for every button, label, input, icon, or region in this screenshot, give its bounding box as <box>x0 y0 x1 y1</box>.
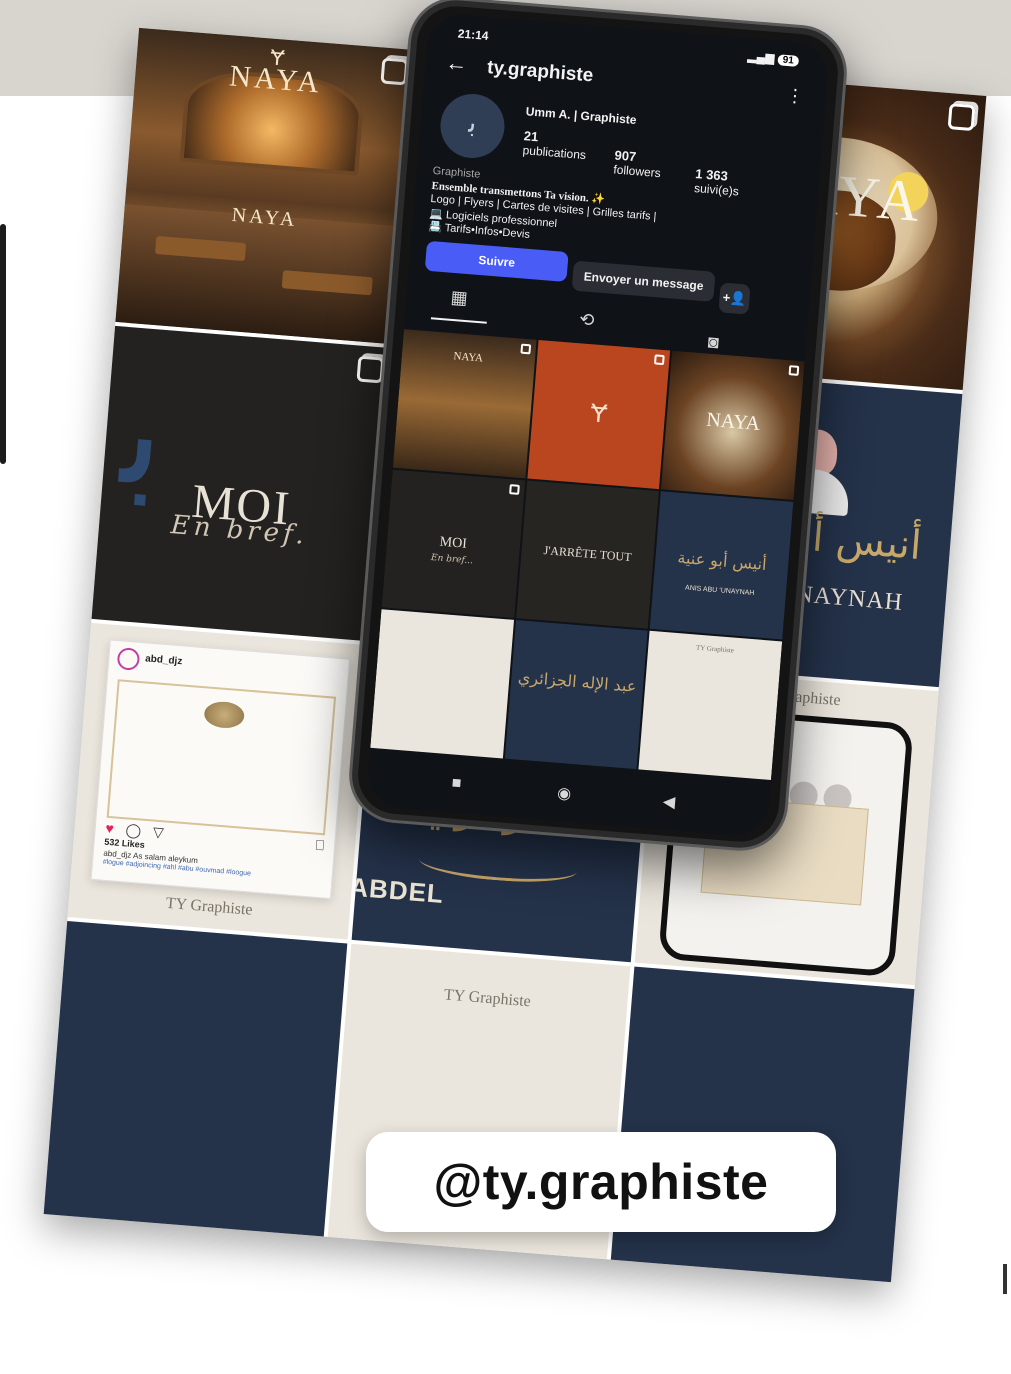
tab-tagged-icon[interactable]: ◙ <box>707 332 719 354</box>
profile-avatar[interactable]: ﺑ <box>438 91 507 161</box>
grid-post-restaurant[interactable]: NAYA <box>392 329 537 478</box>
post-moi-en-bref[interactable]: ﺑ MOI En bref. <box>91 325 395 642</box>
battery-icon: 91 <box>777 54 800 67</box>
followers-count[interactable]: 907 followers <box>613 147 663 180</box>
grid-mockup-signature: TY Graphiste <box>695 643 735 655</box>
grid-post-anis[interactable]: أنيس أبو عنية ANIS ABU ‘UNAYNAH <box>650 490 794 640</box>
card-username: abd_djz <box>144 653 183 668</box>
posts-count[interactable]: 21 publications <box>522 128 587 162</box>
status-time: 21:14 <box>457 26 490 43</box>
active-tab-indicator <box>430 317 487 324</box>
tab-grid-icon[interactable]: ▦ <box>450 287 469 309</box>
profile-category: Graphiste <box>432 164 481 181</box>
back-triangle-icon[interactable]: ◀ <box>662 791 676 812</box>
grid-naya-overlay: NAYA <box>705 409 761 436</box>
left-edge-mark <box>0 224 6 464</box>
abdel-latin-name: ABDEL <box>351 871 446 909</box>
message-button[interactable]: Envoyer un message <box>571 260 716 302</box>
comment-icon: ◯ <box>124 821 146 840</box>
profile-handle: ty.graphiste <box>486 57 595 87</box>
handle-badge: @ty.graphiste <box>366 1132 836 1232</box>
smartphone-frame: 21:14 ▂▄▆ 91 ← ty.graphiste ⋮ ﺑ Umm A. |… <box>345 0 851 855</box>
grid-post-logo-orange[interactable]: Ɏ <box>527 339 671 489</box>
grid-anis-latin: ANIS ABU ‘UNAYNAH <box>684 584 755 598</box>
instagram-profile-screen: 21:14 ▂▄▆ 91 ← ty.graphiste ⋮ ﺑ Umm A. |… <box>365 12 831 838</box>
card-likes: 532 Likes <box>103 836 146 850</box>
grid-anis-arabic: أنيس أبو عنية <box>676 547 768 575</box>
ty-graphiste-signature: TY Graphiste <box>443 986 532 1011</box>
followers-label: followers <box>612 162 662 181</box>
instagram-post-card: abd_djz ♥ ◯ ▽ ⎕ 532 Likes abd_djz As sal… <box>90 639 351 900</box>
calligraphy-logo-icon: ﺑ <box>467 105 478 140</box>
multi-image-icon <box>520 343 531 355</box>
posts-grid: NAYA Ɏ NAYA MOI En bref... J'ARRÊTE TOUT… <box>370 329 805 781</box>
share-icon: ▽ <box>152 823 169 842</box>
heart-icon: ♥ <box>104 820 119 838</box>
grid-arrete-title: J'ARRÊTE TOUT <box>543 542 633 564</box>
handle-badge-text: @ty.graphiste <box>433 1154 769 1210</box>
following-label: suivi(e)s <box>693 180 740 199</box>
grid-abdel-arabic: عبد الإله الجزائري <box>517 667 638 697</box>
grid-post-dish[interactable]: NAYA <box>661 350 805 500</box>
display-name: Umm A. | Graphiste <box>525 104 637 128</box>
grid-post-moi[interactable]: MOI En bref... <box>381 469 525 619</box>
home-circle-icon[interactable]: ◉ <box>556 783 572 804</box>
more-options-icon[interactable]: ⋮ <box>785 85 805 107</box>
grid-post-abdel[interactable]: عبد الإله الجزائري <box>504 620 648 770</box>
post-restaurant-interior[interactable]: Ɏ NAYA NAYA <box>115 27 419 344</box>
bookmark-icon: ⎕ <box>315 836 325 854</box>
naya-logo-symbol: Ɏ <box>589 397 609 429</box>
back-arrow-icon[interactable]: ← <box>444 50 469 78</box>
grid-post-ig-mockup[interactable] <box>370 609 514 759</box>
multi-image-icon <box>508 483 520 495</box>
multi-image-icon <box>654 354 666 366</box>
story-ring-avatar <box>116 646 140 671</box>
multi-image-icon <box>947 103 976 132</box>
status-right: ▂▄▆ 91 <box>747 49 800 67</box>
grid-post-arrete[interactable]: J'ARRÊTE TOUT <box>515 480 660 630</box>
recents-square-icon[interactable]: ■ <box>451 774 462 793</box>
tab-reposts-icon[interactable]: ⟲ <box>578 309 596 331</box>
post-instagram-mockup[interactable]: abd_djz ♥ ◯ ▽ ⎕ 532 Likes abd_djz As sal… <box>67 622 371 939</box>
grid-post-phone-mockup[interactable]: TY Graphiste <box>638 631 783 781</box>
follow-button[interactable]: Suivre <box>424 240 569 282</box>
right-edge-mark <box>1003 1264 1007 1294</box>
post-navy-bottom-right[interactable] <box>611 966 915 1283</box>
following-count[interactable]: 1 363 suivi(e)s <box>694 166 741 198</box>
grid-naya-label: NAYA <box>453 349 484 365</box>
post-navy-bottom-left[interactable] <box>43 920 348 1237</box>
multi-image-icon <box>788 365 800 376</box>
